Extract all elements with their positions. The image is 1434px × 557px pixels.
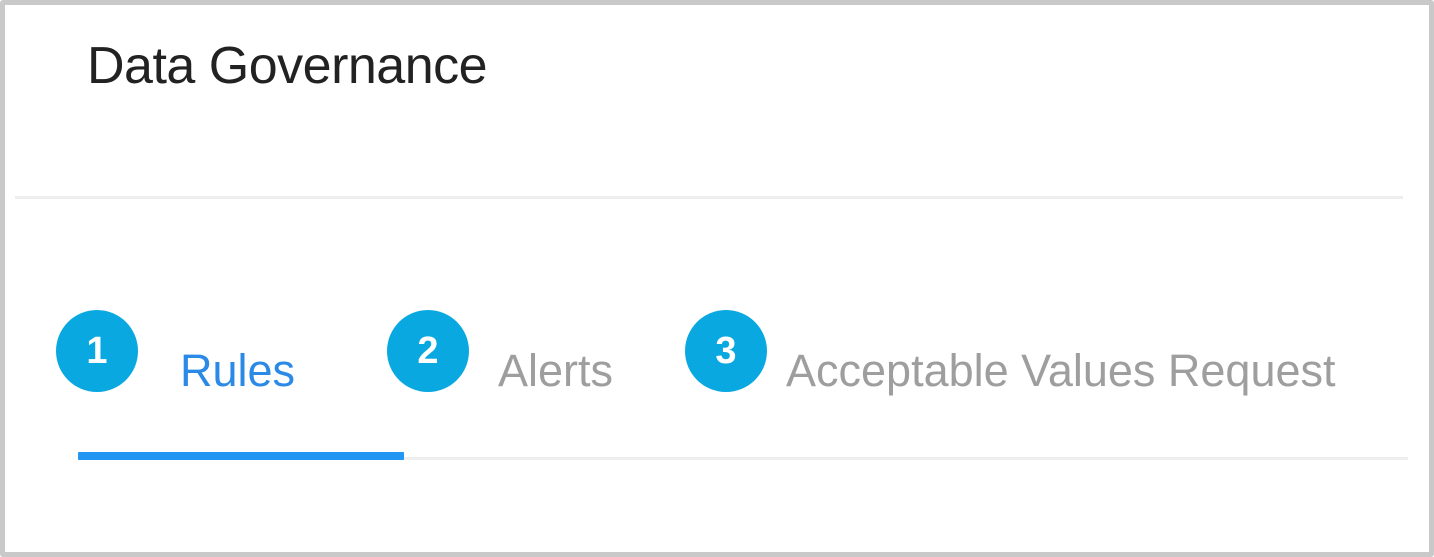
tab-bar: Rules Alerts Acceptable Values Request 1… [0,310,1434,430]
tab-acceptable-values-request-label: Acceptable Values Request [786,345,1336,396]
page-frame: Data Governance [0,0,1434,557]
tab-alerts-label: Alerts [498,345,614,396]
step-badge-2: 2 [387,310,469,392]
active-tab-indicator [78,452,404,460]
tab-alerts[interactable]: Alerts [498,310,638,410]
tab-acceptable-values-request[interactable]: Acceptable Values Request [786,310,1406,410]
header-divider [15,196,1403,199]
step-badge-3: 3 [685,310,767,392]
page-title: Data Governance [87,37,488,95]
tab-rules[interactable]: Rules [180,310,310,410]
step-badge-1: 1 [56,310,138,392]
tab-rules-label: Rules [180,345,296,396]
